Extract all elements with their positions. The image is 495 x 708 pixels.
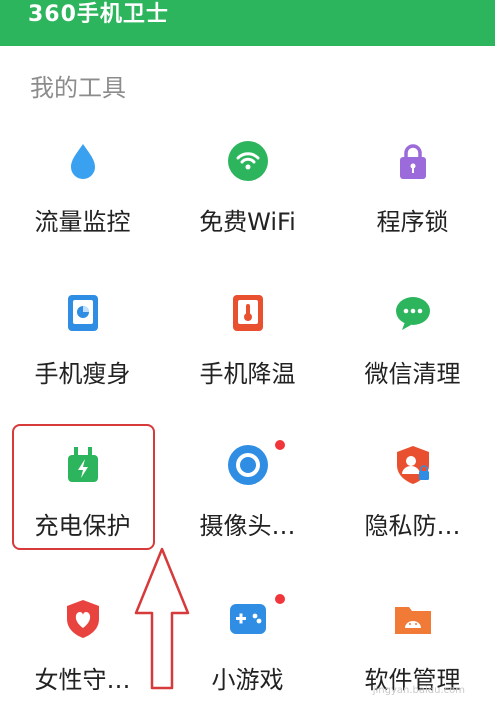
tool-label: 微信清理 — [364, 360, 461, 388]
tool-label: 摄像头… — [199, 512, 296, 540]
phone-slim-icon — [62, 292, 104, 334]
tool-label: 程序锁 — [376, 208, 449, 236]
watermark: jingyan.baidu.com — [372, 685, 465, 696]
up-arrow-annotation — [134, 547, 190, 690]
tool-traffic-monitor[interactable]: 流量监控 — [0, 140, 165, 280]
water-drop-icon — [62, 140, 104, 182]
tool-privacy[interactable]: 隐私防… — [330, 444, 495, 584]
section-title: 我的工具 — [30, 74, 126, 102]
tool-free-wifi[interactable]: 免费WiFi — [165, 140, 330, 280]
wifi-icon — [227, 140, 269, 182]
tool-label: 隐私防… — [364, 512, 461, 540]
privacy-shield-icon — [392, 444, 434, 486]
notification-badge — [275, 594, 285, 604]
gamepad-icon — [227, 598, 269, 640]
app-brand-title: 360手机卫士 — [28, 2, 169, 27]
heart-shield-icon — [62, 598, 104, 640]
notification-badge — [275, 440, 285, 450]
app-header: 360手机卫士 — [0, 0, 495, 46]
lock-icon — [392, 140, 434, 182]
tool-phone-slim[interactable]: 手机瘦身 — [0, 292, 165, 432]
tool-phone-cool[interactable]: 手机降温 — [165, 292, 330, 432]
camera-icon — [227, 444, 269, 486]
tool-wechat-clean[interactable]: 微信清理 — [330, 292, 495, 432]
highlight-box — [12, 424, 155, 550]
tool-label: 免费WiFi — [199, 208, 296, 236]
tool-label: 手机降温 — [199, 360, 296, 388]
tool-app-lock[interactable]: 程序锁 — [330, 140, 495, 280]
tool-label: 流量监控 — [34, 208, 131, 236]
tool-label: 手机瘦身 — [34, 360, 131, 388]
android-folder-icon — [392, 598, 434, 640]
wechat-icon — [392, 292, 434, 334]
phone-cool-icon — [227, 292, 269, 334]
